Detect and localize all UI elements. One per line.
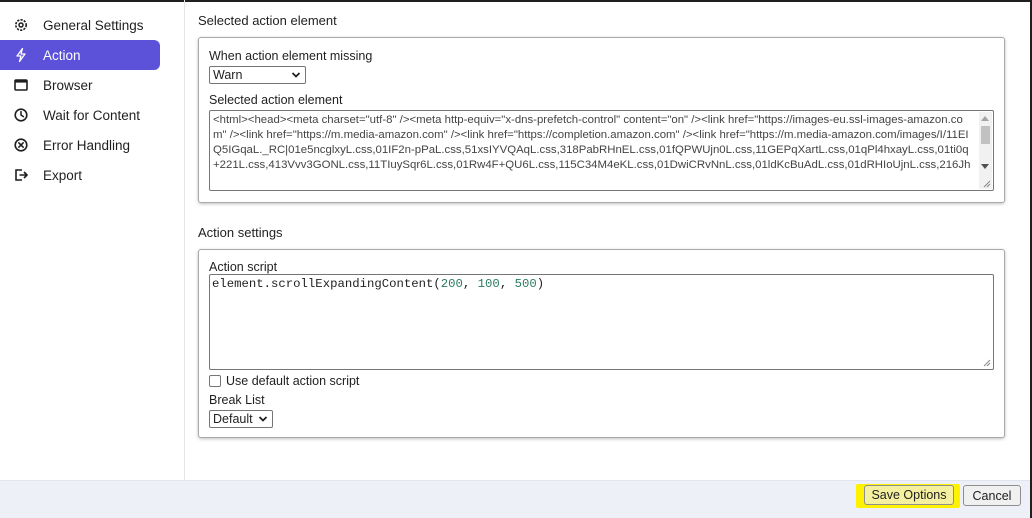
sidebar-item-action[interactable]: Action: [0, 40, 160, 70]
top-border: [0, 0, 1032, 2]
textarea-scrollbar[interactable]: [979, 112, 992, 189]
sidebar-item-label: Export: [43, 167, 83, 183]
selected-element-html: <html><head><meta charset="utf-8" /><met…: [213, 114, 971, 171]
script-sep: ,: [499, 277, 515, 291]
scrollbar-thumb[interactable]: [981, 126, 990, 144]
section-title-selected-action: Selected action element: [198, 13, 337, 28]
missing-element-value: Warn: [213, 68, 243, 82]
script-arg: 200: [440, 277, 463, 291]
break-list-select[interactable]: Default: [209, 410, 273, 428]
action-script-label: Action script: [209, 260, 278, 274]
action-settings-group: Action script element.scrollExpandingCon…: [198, 249, 1005, 438]
save-options-button[interactable]: Save Options: [864, 485, 954, 505]
lightning-icon: [12, 46, 30, 64]
section-title-action-settings: Action settings: [198, 225, 283, 240]
sidebar-item-general-settings[interactable]: General Settings: [0, 10, 180, 40]
selected-element-label: Selected action element: [209, 93, 343, 107]
chevron-down-icon: [258, 416, 268, 422]
sidebar-item-label: Browser: [43, 77, 93, 93]
missing-element-label: When action element missing: [209, 49, 373, 63]
export-icon: [12, 166, 30, 184]
default-script-label: Use default action script: [226, 374, 360, 388]
cancel-button[interactable]: Cancel: [963, 485, 1021, 506]
script-arg: 500: [514, 277, 537, 291]
clock-icon: [12, 106, 30, 124]
selected-action-group: When action element missing Warn Selecte…: [198, 37, 1005, 203]
script-close: ): [536, 277, 545, 291]
sidebar-item-label: Wait for Content: [43, 107, 141, 123]
script-call: element.scrollExpandingContent(: [212, 277, 441, 291]
sidebar-item-browser[interactable]: Browser: [0, 70, 180, 100]
sidebar-item-label: General Settings: [43, 17, 144, 33]
sidebar-item-label: Error Handling: [43, 137, 131, 153]
action-script-textarea[interactable]: element.scrollExpandingContent(200, 100,…: [209, 274, 994, 370]
default-script-checkbox-row[interactable]: Use default action script: [209, 374, 359, 388]
chevron-down-icon: [291, 72, 301, 78]
sidebar-item-wait-for-content[interactable]: Wait for Content: [0, 100, 180, 130]
scroll-down-icon[interactable]: [981, 164, 989, 169]
sidebar-item-error-handling[interactable]: Error Handling: [0, 130, 180, 160]
selected-element-textarea[interactable]: <html><head><meta charset="utf-8" /><met…: [209, 110, 994, 191]
scroll-up-icon[interactable]: [981, 116, 989, 121]
error-circle-icon: [12, 136, 30, 154]
break-list-value: Default: [213, 412, 253, 426]
action-script-code: element.scrollExpandingContent(200, 100,…: [212, 277, 544, 291]
break-list-label: Break List: [209, 393, 265, 407]
gear-icon: [12, 16, 30, 34]
browser-window-icon: [12, 76, 30, 94]
sidebar: General Settings Action Browser Wait for…: [0, 10, 180, 190]
sidebar-item-label: Action: [43, 47, 81, 63]
resize-grip-icon[interactable]: [983, 359, 991, 367]
sidebar-divider: [184, 0, 185, 480]
resize-grip-icon[interactable]: [983, 180, 991, 188]
sidebar-item-export[interactable]: Export: [0, 160, 180, 190]
script-sep: ,: [462, 277, 478, 291]
default-script-checkbox[interactable]: [209, 375, 221, 387]
script-arg: 100: [477, 277, 500, 291]
missing-element-select[interactable]: Warn: [209, 66, 306, 84]
